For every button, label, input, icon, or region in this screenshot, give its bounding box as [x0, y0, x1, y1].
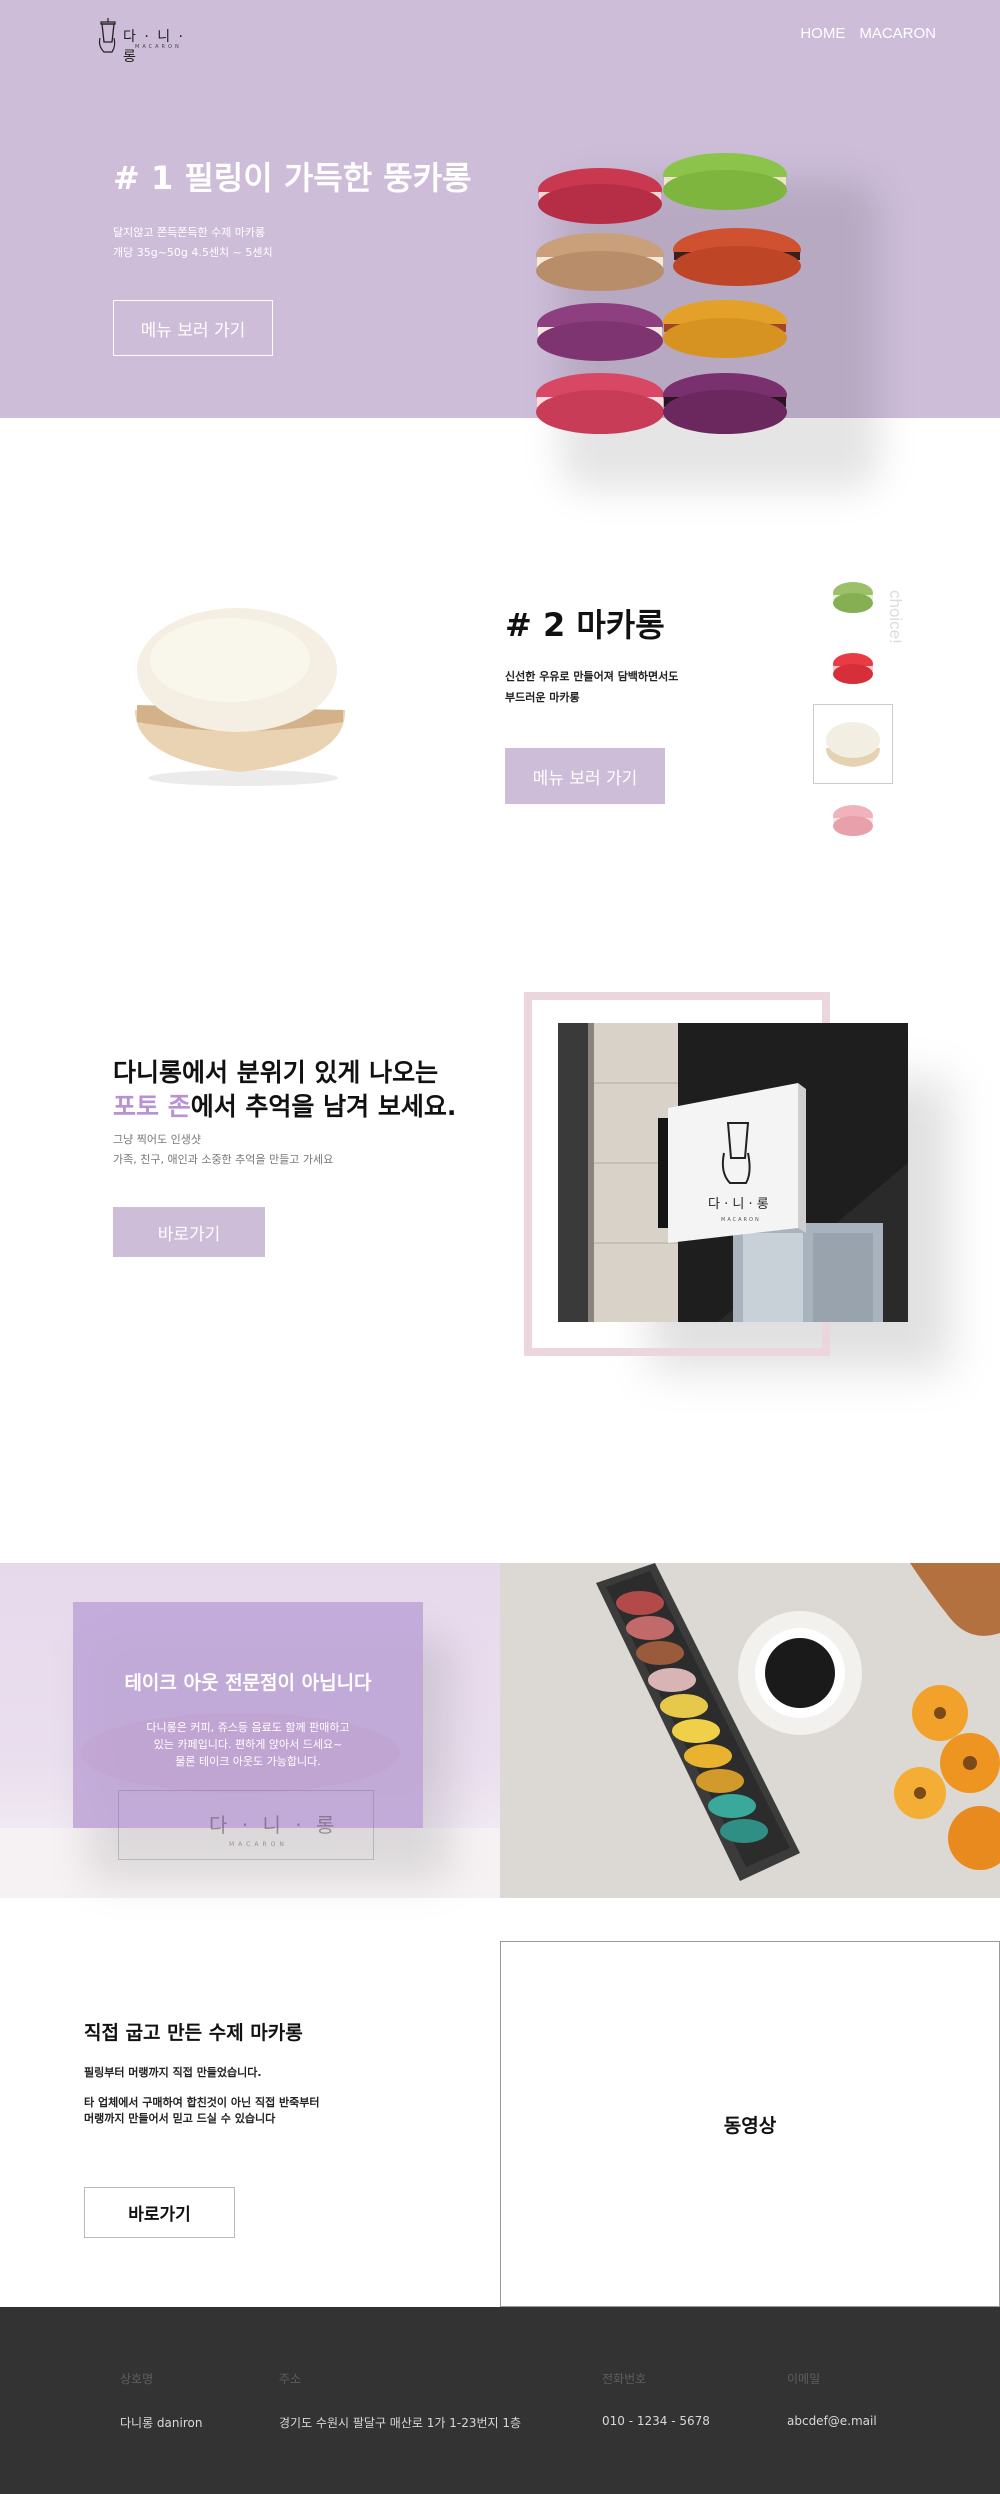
photozone-heading-line2: 포토 존에서 추억을 남겨 보세요. [113, 1087, 456, 1123]
handmade-title: 직접 굽고 만든 수제 마카롱 [84, 2022, 303, 2044]
storefront-sign-photo: 다 · 니 · 롱 MACARON [558, 1023, 908, 1322]
photozone-description-line2: 가족, 친구, 애인과 소중한 추억을 만들고 가세요 [113, 1153, 334, 1166]
takeout-title: 테이크 아웃 전문점이 아닙니다 [124, 1672, 372, 1694]
photozone-go-button[interactable]: 바로가기 [113, 1207, 265, 1257]
thumbnail-pink-macaron[interactable] [813, 781, 893, 861]
macaron-stack-image [536, 153, 801, 434]
site-logo[interactable]: 다 · 니 · 롱 MACARON [95, 14, 205, 65]
takeout-description-line1: 다니롱은 커피, 쥬스등 음료도 함께 판매하고 [146, 1721, 350, 1734]
takeout-description-line2: 있는 카페입니다. 편하게 앉아서 드세요~ [153, 1738, 343, 1751]
section2-menu-button[interactable]: 메뉴 보러 가기 [505, 748, 665, 804]
photozone-heading-line1: 다니롱에서 분위기 있게 나오는 [113, 1058, 439, 1087]
macaron-orange-red [673, 228, 801, 286]
macaron-red-1 [538, 168, 662, 224]
handmade-go-button[interactable]: 바로가기 [84, 2187, 235, 2238]
choice-side-label: choice! [886, 590, 905, 644]
handmade-description-line2: 타 업체에서 구매하여 합친것이 아닌 직접 반죽부터 [84, 2096, 320, 2109]
photozone-accent-text: 포토 존 [113, 1092, 191, 1121]
hero-menu-button[interactable]: 메뉴 보러 가기 [113, 300, 273, 356]
macaron-green [663, 153, 787, 210]
watermark-subtext: MACARON [229, 1841, 288, 1848]
video-label: 동영상 [723, 2114, 777, 2137]
takeout-watermark-logo: 다 · 니 · 롱 MACARON [118, 1790, 374, 1860]
red-macaron-icon [833, 653, 873, 684]
featured-white-macaron-image [135, 608, 346, 786]
handmade-description-line3: 머랭까지 만들어서 믿고 드실 수 있습니다 [84, 2112, 276, 2125]
footer-company-value: 다니롱 daniron [120, 2416, 203, 2430]
section2-title: # 2 마카롱 [505, 606, 665, 644]
storefront-sign-illustration: 다 · 니 · 롱 MACARON [558, 1023, 908, 1322]
macaron-purple [537, 303, 663, 361]
section2-description-line2: 부드러운 마카롱 [505, 691, 580, 704]
sign-logo-text: 다 · 니 · 롱 [708, 1197, 769, 1212]
takeout-description-line3: 물론 테이크 아웃도 가능합니다. [175, 1755, 321, 1768]
photozone-heading-rest: 에서 추억을 남겨 보세요. [190, 1092, 457, 1121]
macaron-box-coffee-photo [500, 1563, 1000, 1898]
logo-subtext: MACARON [135, 44, 182, 50]
hero-title: # 1 필링이 가득한 뚱카롱 [113, 159, 472, 197]
footer-email-label: 이메일 [787, 2372, 821, 2386]
footer-email-value[interactable]: abcdef@e.mail [787, 2414, 877, 2428]
main-nav: HOME MACARON [800, 25, 936, 42]
macaron-yellow [663, 300, 787, 358]
nav-macaron-link[interactable]: MACARON [859, 25, 936, 42]
macaron-violet [663, 373, 787, 434]
site-footer [0, 2307, 1000, 2494]
white-macaron-icon [826, 722, 880, 767]
nav-home-link[interactable]: HOME [800, 25, 845, 42]
footer-address-value: 경기도 수원시 팔달구 매산로 1가 1-23번지 1층 [279, 2416, 522, 2430]
section2-description-line1: 신선한 우유로 만들어져 담백하면서도 [505, 670, 679, 683]
hero-description-line1: 달지않고 쫀득쫀득한 수제 마카롱 [113, 226, 266, 239]
watermark-text: 다 · 니 · 롱 [209, 1813, 339, 1837]
thumbnail-green-macaron[interactable] [813, 558, 893, 638]
macaron-beige [536, 233, 664, 291]
footer-phone-label: 전화번호 [602, 2372, 647, 2386]
macaron-pink [536, 373, 664, 434]
green-macaron-icon [833, 582, 873, 613]
photozone-description-line1: 그냥 찍어도 인생샷 [113, 1133, 201, 1146]
video-placeholder[interactable]: 동영상 [500, 1941, 1000, 2307]
footer-phone-value: 010 - 1234 - 5678 [602, 2414, 710, 2428]
thumbnail-white-macaron[interactable] [813, 704, 893, 784]
thumbnail-red-macaron[interactable] [813, 629, 893, 709]
pink-macaron-icon [833, 805, 873, 836]
sign-logo-subtext: MACARON [721, 1217, 761, 1223]
handmade-description-line1: 필링부터 머랭까지 직접 만들었습니다. [84, 2066, 262, 2079]
cup-hand-icon [98, 18, 116, 53]
footer-address-label: 주소 [279, 2372, 302, 2386]
hero-description-line2: 개당 35g~50g 4.5센치 ~ 5센치 [113, 246, 273, 259]
footer-company-label: 상호명 [120, 2372, 154, 2386]
macaron-box-coffee-illustration [500, 1563, 1000, 1898]
